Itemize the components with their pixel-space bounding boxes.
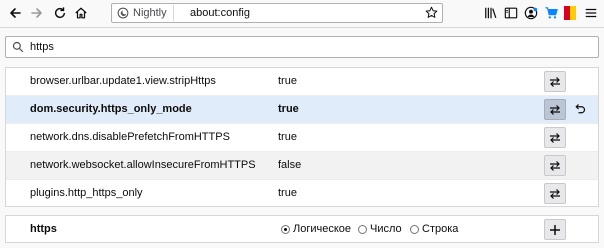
- back-icon: [10, 8, 21, 18]
- account-button[interactable]: [520, 2, 542, 24]
- extension-flag-button[interactable]: [559, 2, 581, 24]
- search-icon: [12, 41, 24, 56]
- toggle-icon: [550, 132, 560, 143]
- reload-button[interactable]: [49, 2, 71, 24]
- pref-row[interactable]: network.websocket.allowInsecureFromHTTPS…: [6, 152, 598, 180]
- pref-row[interactable]: browser.urlbar.update1.view.stripHttps t…: [6, 68, 598, 96]
- forward-icon: [31, 8, 42, 18]
- pref-value: true: [278, 103, 299, 115]
- reset-icon: [575, 104, 586, 114]
- cart-icon: [544, 7, 558, 19]
- radio-indicator[interactable]: [358, 225, 367, 234]
- app-menu-button[interactable]: [580, 2, 602, 24]
- toggle-button[interactable]: [544, 127, 566, 148]
- pref-row[interactable]: network.dns.disablePrefetchFromHTTPS tru…: [6, 124, 598, 152]
- account-icon: [524, 6, 538, 20]
- type-radio-label: Строка: [422, 223, 459, 235]
- type-radio-label: Логическое: [293, 223, 352, 235]
- menu-icon: [585, 8, 597, 18]
- pref-value: false: [278, 159, 302, 171]
- search-input-value[interactable]: https: [30, 41, 54, 54]
- pref-name: browser.urlbar.update1.view.stripHttps: [30, 75, 216, 87]
- toggle-icon: [550, 188, 560, 199]
- reload-icon: [54, 7, 66, 19]
- reset-button[interactable]: [574, 103, 586, 118]
- pref-name: network.websocket.allowInsecureFromHTTPS: [30, 159, 256, 171]
- forward-button[interactable]: [26, 2, 48, 24]
- nightly-icon: [117, 7, 129, 19]
- home-button[interactable]: [70, 2, 92, 24]
- back-button[interactable]: [4, 2, 26, 24]
- url-text[interactable]: about:config: [190, 6, 250, 20]
- pref-name: network.dns.disablePrefetchFromHTTPS: [30, 131, 230, 143]
- add-icon: [550, 224, 560, 235]
- pref-name: plugins.http_https_only: [30, 187, 143, 199]
- toggle-icon: [550, 104, 560, 115]
- sidebar-button[interactable]: [500, 2, 522, 24]
- home-icon: [75, 7, 87, 19]
- library-button[interactable]: [480, 2, 502, 24]
- star-icon: [425, 6, 438, 18]
- pref-row[interactable]: plugins.http_https_only true: [6, 180, 598, 208]
- pref-value: true: [278, 187, 297, 199]
- type-radio-boolean[interactable]: Логическое: [281, 223, 351, 236]
- url-bar[interactable]: Nightly about:config: [111, 3, 443, 23]
- toggle-button[interactable]: [544, 183, 566, 204]
- add-pref-row: https Логическое Число Строка: [5, 215, 599, 243]
- toggle-button[interactable]: [544, 71, 566, 92]
- pref-value: true: [278, 75, 297, 87]
- navigation-toolbar: Nightly about:config: [0, 0, 604, 28]
- radio-selected-indicator[interactable]: [281, 225, 290, 234]
- pref-name: dom.security.https_only_mode: [30, 103, 192, 115]
- library-icon: [485, 7, 497, 19]
- toggle-icon: [550, 160, 560, 171]
- radio-indicator[interactable]: [410, 225, 419, 234]
- identity-box[interactable]: Nightly: [114, 5, 174, 21]
- type-radio-number[interactable]: Число: [358, 223, 402, 236]
- pref-value: true: [278, 131, 297, 143]
- new-pref-name: https: [30, 223, 57, 235]
- identity-label: Nightly: [133, 7, 167, 19]
- toggle-icon: [550, 76, 560, 87]
- pref-row-modified[interactable]: dom.security.https_only_mode true: [6, 96, 598, 124]
- search-field[interactable]: https: [5, 36, 599, 58]
- sidebar-icon: [504, 7, 518, 19]
- prefs-table: browser.urlbar.update1.view.stripHttps t…: [5, 67, 599, 207]
- flag-icon: [564, 6, 576, 20]
- toggle-button[interactable]: [544, 155, 566, 176]
- type-radio-label: Число: [370, 223, 402, 235]
- type-radio-string[interactable]: Строка: [410, 223, 458, 236]
- toggle-button[interactable]: [544, 99, 566, 120]
- add-button[interactable]: [544, 219, 566, 240]
- bookmark-star-button[interactable]: [425, 6, 438, 22]
